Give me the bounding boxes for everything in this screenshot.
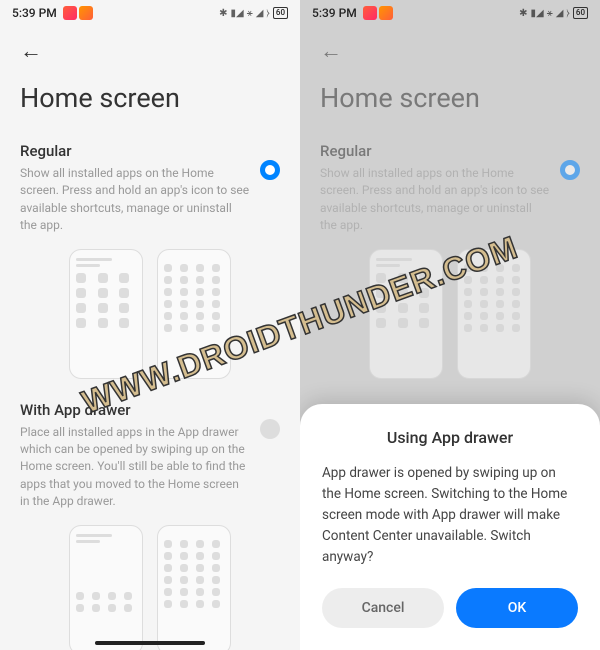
signal2-icon: ◢	[256, 8, 264, 19]
cancel-button[interactable]: Cancel	[322, 588, 444, 628]
option-regular[interactable]: Regular Show all installed apps on the H…	[20, 142, 280, 379]
preview-regular	[20, 249, 280, 379]
volte-icon: ⚹	[547, 8, 553, 19]
settings-screen-left: 5:39 PM ✱ ▮◢ ⚹ ◢ ⧽ 60 ← Home screen	[0, 0, 300, 650]
wifi-icon: ⧽	[266, 8, 270, 19]
preview-drawer	[20, 525, 280, 650]
dialog-title: Using App drawer	[322, 428, 578, 447]
radio-regular[interactable]	[260, 160, 280, 180]
option-regular-title: Regular	[320, 142, 550, 160]
wifi-icon: ⧽	[566, 8, 570, 19]
option-regular: Regular Show all installed apps on the H…	[320, 142, 580, 379]
bluetooth-icon: ✱	[219, 8, 227, 19]
volte-icon: ⚹	[247, 8, 253, 19]
battery-icon: 60	[273, 7, 288, 19]
option-regular-desc: Show all installed apps on the Home scre…	[20, 165, 250, 235]
back-button[interactable]: ←	[320, 38, 342, 64]
status-bar: 5:39 PM ✱ ▮◢ ⚹ ◢ ⧽ 60	[0, 0, 300, 26]
notif-icon-1	[363, 6, 377, 20]
signal-icon: ▮◢	[531, 8, 544, 19]
page-title: Home screen	[20, 82, 280, 114]
preview-regular	[320, 249, 580, 379]
dialog-app-drawer: Using App drawer App drawer is opened by…	[300, 404, 600, 650]
notif-icon-2	[79, 6, 93, 20]
option-regular-desc: Show all installed apps on the Home scre…	[320, 165, 550, 235]
ok-button[interactable]: OK	[456, 588, 578, 628]
option-drawer[interactable]: With App drawer Place all installed apps…	[20, 401, 280, 650]
radio-regular	[560, 160, 580, 180]
option-regular-title: Regular	[20, 142, 250, 160]
radio-drawer[interactable]	[260, 419, 280, 439]
bluetooth-icon: ✱	[519, 8, 527, 19]
status-time: 5:39 PM	[312, 6, 357, 20]
option-drawer-desc: Place all installed apps in the App draw…	[20, 424, 250, 511]
signal-icon: ▮◢	[231, 8, 244, 19]
page-title: Home screen	[320, 82, 580, 114]
back-button[interactable]: ←	[20, 38, 42, 64]
notif-icon-2	[379, 6, 393, 20]
notif-icon-1	[63, 6, 77, 20]
option-drawer-title: With App drawer	[20, 401, 250, 419]
signal2-icon: ◢	[556, 8, 564, 19]
dialog-body: App drawer is opened by swiping up on th…	[322, 463, 578, 568]
status-time: 5:39 PM	[12, 6, 57, 20]
status-bar: 5:39 PM ✱ ▮◢ ⚹ ◢ ⧽ 60	[300, 0, 600, 26]
settings-screen-right: 5:39 PM ✱ ▮◢ ⚹ ◢ ⧽ 60 ← Home screen	[300, 0, 600, 650]
home-indicator[interactable]	[95, 641, 205, 645]
battery-icon: 60	[573, 7, 588, 19]
